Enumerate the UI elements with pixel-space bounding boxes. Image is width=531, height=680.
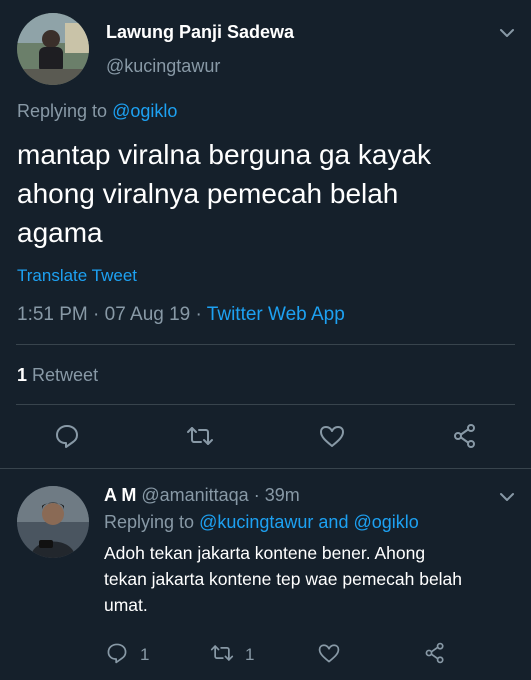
reply-tweet-text: Adoh tekan jakarta kontene bener. Ahong …	[104, 540, 462, 618]
reply-tweet-text-line: tekan jakarta kontene tep wae pemecah be…	[104, 569, 463, 589]
main-tweet-text-line: mantap viralna berguna ga kayak	[17, 139, 432, 170]
main-replying-line: Replying to @ogiklo	[17, 101, 177, 122]
retweet-icon[interactable]	[186, 422, 214, 450]
divider	[16, 344, 515, 345]
main-author-name[interactable]: Lawung Panji Sadewa	[106, 22, 294, 43]
like-icon[interactable]	[318, 422, 346, 450]
reply-age: 39m	[264, 485, 300, 505]
main-tweet-text-line: ahong viralnya pemecah belah	[17, 178, 399, 209]
reply-replying-line: Replying to @kucingtawur and @ogiklo	[104, 512, 419, 533]
tweet-date: 07 Aug 19	[104, 304, 191, 325]
tweet-source-link[interactable]: Twitter Web App	[207, 304, 345, 325]
reply-header: A M @amanittaqa · 39m	[104, 485, 300, 506]
separator-dot: ·	[93, 304, 100, 325]
replying-to-link[interactable]: @ogiklo	[112, 101, 177, 121]
replying-to-link[interactable]: @ogiklo	[353, 512, 418, 532]
chevron-down-icon[interactable]	[498, 24, 516, 42]
reply-retweet-count: 1	[245, 645, 255, 664]
separator-dot: ·	[195, 304, 202, 325]
reply-author-avatar[interactable]	[17, 486, 89, 558]
main-tweet-text: mantap viralna berguna ga kayak ahong vi…	[17, 135, 431, 252]
replying-and-word: and	[318, 512, 349, 532]
chevron-down-icon[interactable]	[498, 488, 516, 506]
retweet-stat-label: Retweet	[32, 365, 99, 385]
reply-tweet-text-line: umat.	[104, 595, 148, 615]
tweet-time: 1:51 PM	[17, 304, 88, 325]
share-icon[interactable]	[423, 641, 447, 665]
reply-icon[interactable]	[53, 422, 81, 450]
main-author-handle[interactable]: @kucingtawur	[106, 56, 220, 77]
reply-icon[interactable]	[105, 641, 129, 665]
replying-prefix: Replying to	[17, 101, 108, 121]
main-author-avatar[interactable]	[17, 13, 89, 85]
divider	[16, 404, 515, 405]
share-icon[interactable]	[451, 422, 479, 450]
reply-author-name[interactable]: A M	[104, 485, 136, 505]
reply-author-handle[interactable]: @amanittaqa	[141, 485, 248, 505]
retweet-stat[interactable]: 1 Retweet	[17, 365, 98, 386]
main-tweet-text-line: agama	[17, 217, 103, 248]
reply-count: 1	[140, 645, 150, 664]
divider	[0, 468, 531, 469]
separator-dot: ·	[253, 485, 260, 505]
main-timestamp-line: 1:51 PM · 07 Aug 19 · Twitter Web App	[17, 304, 345, 326]
reply-tweet-text-line: Adoh tekan jakarta kontene bener. Ahong	[104, 543, 426, 563]
retweet-count: 1	[17, 365, 28, 385]
retweet-icon[interactable]	[210, 641, 234, 665]
replying-prefix: Replying to	[104, 512, 195, 532]
translate-tweet-link[interactable]: Translate Tweet	[17, 266, 137, 286]
like-icon[interactable]	[317, 641, 341, 665]
replying-to-link[interactable]: @kucingtawur	[199, 512, 313, 532]
